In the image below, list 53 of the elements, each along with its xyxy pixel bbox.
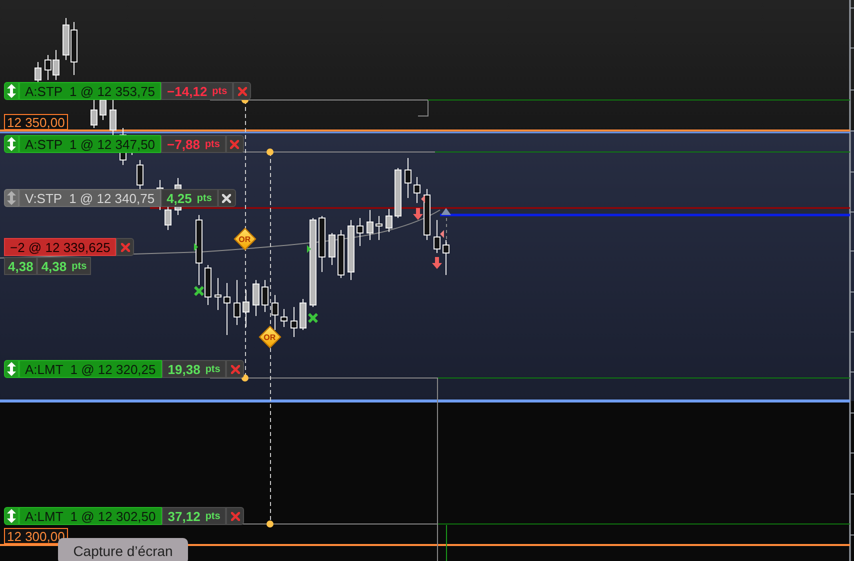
order-pnl: −7,88 pts xyxy=(161,135,226,153)
up-down-arrow-icon xyxy=(7,84,16,98)
close-icon xyxy=(238,86,247,96)
close-button[interactable] xyxy=(116,238,134,256)
close-icon xyxy=(230,512,240,520)
up-down-arrow-icon xyxy=(7,137,16,151)
unit-label: pts xyxy=(196,192,212,204)
anchor-dot xyxy=(266,520,274,528)
order-label[interactable]: A:STP 1 @ 12 353,75 xyxy=(19,82,162,100)
order-pnl: −14,12 pts xyxy=(161,82,234,100)
position-label[interactable]: −2 @ 12 339,625 xyxy=(4,238,116,256)
triangle-up-icon xyxy=(441,208,451,215)
order-pnl: 37,12 pts xyxy=(162,507,226,525)
order-label[interactable]: A:LMT 1 @ 12 302,50 xyxy=(19,507,162,525)
up-down-arrow-icon xyxy=(7,191,16,205)
drag-handle[interactable] xyxy=(4,360,19,378)
triangle-marker-icon xyxy=(307,245,311,253)
connector-line xyxy=(446,524,447,561)
unit-label: pts xyxy=(205,510,220,522)
order-pnl: 4,25 pts xyxy=(160,189,218,207)
unit-label: pts xyxy=(72,260,87,272)
drag-handle[interactable] xyxy=(4,135,19,153)
close-button[interactable] xyxy=(233,82,252,100)
unit-label: pts xyxy=(204,138,220,150)
close-button[interactable] xyxy=(226,360,244,378)
order-label[interactable]: A:STP 1 @ 12 347,50 xyxy=(19,135,162,153)
anchor-dot xyxy=(266,148,274,156)
down-arrow-icon xyxy=(413,208,423,220)
close-button[interactable] xyxy=(218,189,236,207)
triangle-marker-icon xyxy=(440,230,444,238)
order-label[interactable]: A:LMT 1 @ 12 320,25 xyxy=(19,360,162,378)
drag-handle[interactable] xyxy=(4,82,19,100)
close-icon xyxy=(230,364,240,374)
close-icon xyxy=(230,140,240,148)
up-down-arrow-icon xyxy=(7,362,16,376)
unit-label: pts xyxy=(205,364,220,374)
position-pnl: 4,38 pts xyxy=(37,257,91,275)
tooltip: Capture d’écran xyxy=(58,538,188,561)
triangle-marker-icon xyxy=(421,195,425,203)
position-points: 4,38 xyxy=(4,257,38,275)
triangle-marker-icon xyxy=(194,243,198,251)
down-arrow-icon xyxy=(432,257,442,269)
close-button[interactable] xyxy=(226,507,244,525)
cross-marker-icon xyxy=(194,286,204,296)
drag-handle[interactable] xyxy=(4,507,19,525)
dashed-line xyxy=(446,218,447,246)
close-icon xyxy=(222,194,232,202)
close-icon xyxy=(120,242,130,252)
unit-label: pts xyxy=(212,86,228,96)
up-down-arrow-icon xyxy=(7,509,16,523)
order-pnl: 19,38 pts xyxy=(162,360,226,378)
cross-marker-icon xyxy=(308,313,318,323)
price-tag: 12 350,00 xyxy=(4,114,68,130)
